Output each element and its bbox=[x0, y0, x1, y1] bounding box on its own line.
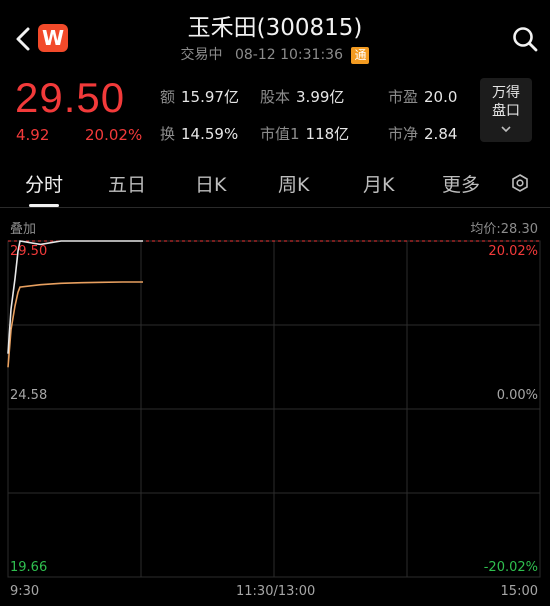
time-start-label: 9:30 bbox=[10, 584, 40, 599]
price-top-label: 29.50 bbox=[10, 244, 48, 259]
price-bottom-label: 19.66 bbox=[10, 560, 48, 575]
pct-bottom-label: -20.02% bbox=[483, 560, 538, 575]
pct-top-label: 20.02% bbox=[488, 244, 538, 259]
price-mid-label: 24.58 bbox=[10, 388, 48, 403]
intraday-chart bbox=[7, 240, 541, 578]
pct-mid-label: 0.00% bbox=[496, 388, 538, 403]
time-mid-label: 11:30/13:00 bbox=[236, 584, 316, 599]
time-end-label: 15:00 bbox=[500, 584, 538, 599]
